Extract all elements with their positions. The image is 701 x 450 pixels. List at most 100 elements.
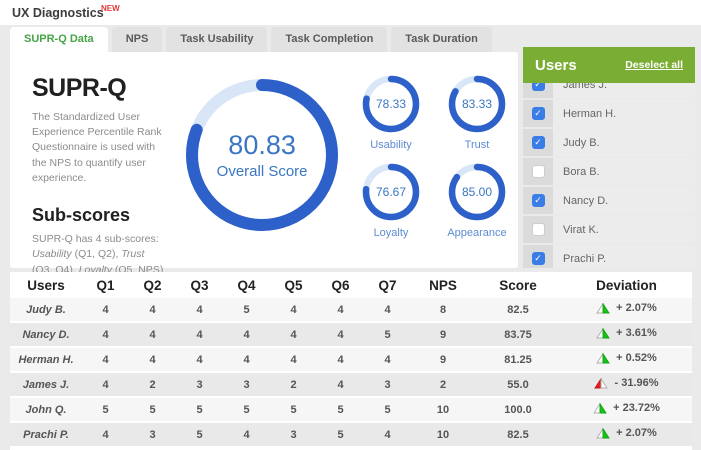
tab-nps[interactable]: NPS <box>112 27 163 52</box>
q6-cell: 5 <box>317 423 364 446</box>
q3-cell: 5 <box>176 398 223 421</box>
users-sidebar-title: Users <box>535 57 577 74</box>
checkbox-cell <box>523 216 553 243</box>
q4-cell: 3 <box>223 373 270 396</box>
q4-cell: 5 <box>223 398 270 421</box>
subscore-value: 83.33 <box>448 75 506 133</box>
user-name: Virat K. <box>553 216 599 243</box>
subscore-usability: 78.33Usability <box>350 75 432 163</box>
users-list: ✓ James J. ✓ Herman H.✓Judy B.Bora B.✓Nancy… <box>523 83 695 268</box>
column-header-q5: Q5 <box>270 274 317 296</box>
score-cell: 100.0 <box>475 398 561 421</box>
subscores-title: Sub-scores <box>32 205 166 226</box>
subscore-donut-chart: 85.00 <box>448 163 506 221</box>
column-header-users: Users <box>10 274 82 296</box>
q5-cell: 4 <box>270 323 317 346</box>
column-header-score: Score <box>475 274 561 296</box>
deviation-value: + 0.52% <box>616 352 657 364</box>
users-sidebar: Users Deselect all ✓ James J. ✓ Herman H.✓J… <box>523 47 695 268</box>
panel-text-column: SUPR-Q The Standardized User Experience … <box>10 52 174 268</box>
deviation-up-icon <box>593 403 607 414</box>
tab-task-usability[interactable]: Task Usability <box>166 27 267 52</box>
user-checkbox[interactable]: ✓ <box>532 136 545 149</box>
q2-cell: 5 <box>129 398 176 421</box>
checkbox-cell: ✓ <box>523 245 553 268</box>
table-row-herman-h: Herman H.4444444981.25+ 0.52% <box>10 348 692 371</box>
q6-cell: 4 <box>317 348 364 371</box>
user-checkbox[interactable]: ✓ <box>532 107 545 120</box>
q7-cell: 4 <box>364 348 411 371</box>
nps-cell: 8 <box>411 298 475 321</box>
q5-cell: 5 <box>270 398 317 421</box>
user-row-herman-h[interactable]: ✓ Herman H. <box>523 100 695 127</box>
user-name-cell: John Q. <box>10 398 82 421</box>
user-name: James J. <box>553 83 607 98</box>
subscore-grid: 78.33Usability 83.33 Trust 76.67 Loyalty 85.0… <box>350 52 518 268</box>
user-checkbox[interactable]: ✓ <box>532 83 545 91</box>
deselect-all-link[interactable]: Deselect all <box>625 59 683 71</box>
user-name: Bora B. <box>553 158 600 185</box>
score-cell: 83.75 <box>475 323 561 346</box>
top-bar: UX Diagnostics NEW <box>0 0 701 25</box>
tab-supr-q-data[interactable]: SUPR-Q Data <box>10 27 108 52</box>
results-table-card: UsersQ1Q2Q3Q4Q5Q6Q7NPSScoreDeviation Jud… <box>10 272 692 450</box>
score-cell: 82.5 <box>475 298 561 321</box>
supr-q-panel: SUPR-Q The Standardized User Experience … <box>10 52 518 268</box>
user-row-prachi-p[interactable]: ✓ Prachi P. <box>523 245 695 268</box>
user-checkbox[interactable] <box>532 223 545 236</box>
q4-cell: 4 <box>223 423 270 446</box>
tab-task-completion[interactable]: Task Completion <box>271 27 387 52</box>
nps-cell: 2 <box>411 373 475 396</box>
app-title: UX Diagnostics <box>12 6 104 20</box>
q3-cell: 4 <box>176 348 223 371</box>
subscore-label: Trust <box>465 139 490 151</box>
q7-cell: 4 <box>364 423 411 446</box>
deviation-up-icon <box>596 303 610 314</box>
q4-cell: 4 <box>223 348 270 371</box>
q6-cell: 4 <box>317 373 364 396</box>
user-name-cell: James J. <box>10 373 82 396</box>
user-row-virat-k[interactable]: Virat K. <box>523 216 695 243</box>
user-checkbox[interactable] <box>532 165 545 178</box>
deviation-up-icon <box>596 428 610 439</box>
deviation-cell: - 31.96% <box>561 373 692 396</box>
column-header-q6: Q6 <box>317 274 364 296</box>
nps-cell: 9 <box>411 323 475 346</box>
q4-cell: 4 <box>223 323 270 346</box>
checkbox-cell: ✓ <box>523 83 553 98</box>
user-name: Prachi P. <box>553 245 606 268</box>
q4-cell: 5 <box>223 298 270 321</box>
nps-cell: 10 <box>411 423 475 446</box>
q1-cell: 5 <box>82 398 129 421</box>
deviation-value: + 2.07% <box>616 427 657 439</box>
tab-task-duration[interactable]: Task Duration <box>391 27 492 52</box>
deviation-cell: + 2.07% <box>561 423 692 446</box>
panel-description: The Standardized User Experience Percent… <box>32 110 166 186</box>
deviation-value: + 3.61% <box>616 327 657 339</box>
subscore-appearance: 85.00Appearance <box>436 163 518 251</box>
subscore-value: 76.67 <box>362 163 420 221</box>
user-checkbox[interactable]: ✓ <box>532 194 545 207</box>
user-name: Herman H. <box>553 100 616 127</box>
q1-cell: 4 <box>82 323 129 346</box>
table-header-row: UsersQ1Q2Q3Q4Q5Q6Q7NPSScoreDeviation <box>10 274 692 296</box>
user-name-cell: Prachi P. <box>10 423 82 446</box>
user-row-nancy-d[interactable]: ✓Nancy D. <box>523 187 695 214</box>
q7-cell: 5 <box>364 398 411 421</box>
user-row-judy-b[interactable]: ✓Judy B. <box>523 129 695 156</box>
table-row-judy-b: Judy B.4445444882.5+ 2.07% <box>10 298 692 321</box>
column-header-q3: Q3 <box>176 274 223 296</box>
user-row-bora-b[interactable]: Bora B. <box>523 158 695 185</box>
q1-cell: 4 <box>82 348 129 371</box>
deviation-cell: + 0.52% <box>561 348 692 371</box>
users-sidebar-header: Users Deselect all <box>523 47 695 83</box>
user-row-james-j[interactable]: ✓ James J. <box>523 83 695 98</box>
overall-donut-chart: 80.83 Overall Score <box>180 73 344 237</box>
table-row-prachi-p: Prachi P.43543541082.5+ 2.07% <box>10 423 692 446</box>
deviation-up-icon <box>596 353 610 364</box>
q7-cell: 4 <box>364 298 411 321</box>
user-checkbox[interactable]: ✓ <box>532 252 545 265</box>
subscore-label: Loyalty <box>374 227 409 239</box>
column-header-q1: Q1 <box>82 274 129 296</box>
subscore-donut-chart: 76.67 <box>362 163 420 221</box>
